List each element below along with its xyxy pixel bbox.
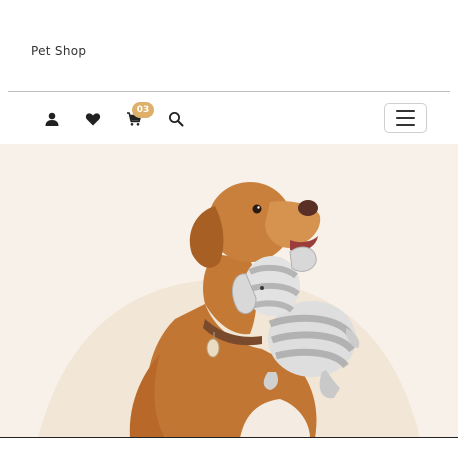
brand-name[interactable]: Pet Shop <box>31 44 86 58</box>
hamburger-icon-line <box>396 124 415 126</box>
user-icon[interactable] <box>43 110 61 128</box>
hero-dog-image <box>0 144 458 438</box>
hamburger-icon-line <box>396 110 415 112</box>
top-bar: Pet Shop <box>0 0 458 92</box>
heart-icon[interactable] <box>84 110 102 128</box>
hamburger-icon-line <box>396 117 415 119</box>
hero-bottom-border <box>0 437 458 438</box>
hero-banner <box>0 144 458 438</box>
menu-toggle-button[interactable] <box>384 103 427 133</box>
search-icon[interactable] <box>167 110 185 128</box>
cart-count-badge: 03 <box>132 102 154 118</box>
